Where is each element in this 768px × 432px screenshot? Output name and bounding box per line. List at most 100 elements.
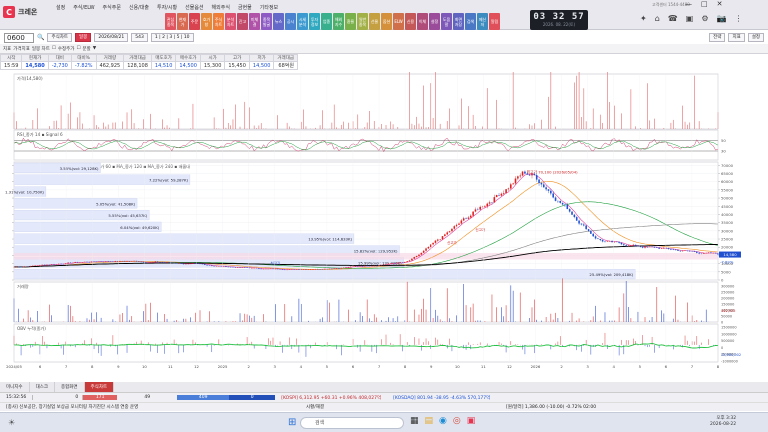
toolbar-icon[interactable]: ☎: [668, 14, 678, 23]
taskview-icon[interactable]: ▦: [410, 416, 419, 426]
candle-body: [420, 252, 423, 255]
screen-tab[interactable]: 미니지수: [0, 382, 30, 392]
toolbar-button[interactable]: 도움 말: [441, 13, 452, 30]
creon-taskbar-icon[interactable]: ▣: [467, 416, 476, 426]
stock-chart[interactable]: 가격(14,580) RSI_종가 14 ▪ Signal 6 일봉차트 MA_종가…: [0, 64, 768, 372]
menu-item[interactable]: 선물옵션: [181, 4, 207, 11]
chart-toolbar-item[interactable]: 분할: [83, 46, 91, 52]
toolbar-button[interactable]: 알림: [489, 13, 500, 30]
search-icon[interactable]: 🔍: [37, 34, 44, 41]
toolbar-button[interactable]: 검색: [465, 13, 476, 30]
chart-toolbar-item[interactable]: ☐: [76, 46, 80, 51]
period-tab-daily[interactable]: 일봉: [75, 33, 92, 42]
chrome-icon[interactable]: ◎: [453, 416, 461, 426]
toolbar-button[interactable]: 시세 분석: [297, 13, 308, 30]
chart-canvas[interactable]: 가격(14,580)RSI_종가 14 ▪ Signal 6일봉차트 MA_종가…: [0, 64, 768, 372]
edge-icon[interactable]: ◉: [439, 416, 447, 426]
strategy-button[interactable]: 전략: [709, 33, 726, 42]
quote-value: 14,500: [175, 61, 201, 70]
candle-body: [119, 260, 121, 262]
toolbar-button[interactable]: ELW: [393, 13, 404, 30]
menu-item[interactable]: 금현물: [234, 4, 256, 11]
candle-body: [658, 247, 660, 249]
chart-toolbar-item[interactable]: 수정주가: [58, 46, 75, 52]
volume-profile-label: 15.99%(vol: 131,325K): [358, 260, 402, 265]
settings-button[interactable]: 설정: [747, 33, 764, 42]
minimize-icon[interactable]: —: [685, 0, 692, 8]
toolbar-icon[interactable]: ⚙: [701, 14, 708, 23]
menu-item[interactable]: 투자/시황: [153, 4, 181, 11]
menu-item[interactable]: 설정: [52, 4, 69, 11]
taskbar-search[interactable]: 검색: [300, 417, 404, 429]
maximize-icon[interactable]: □: [701, 0, 708, 8]
toolbar-button[interactable]: 환율: [345, 13, 356, 30]
toolbar-icon[interactable]: ✦: [640, 14, 647, 23]
date-input[interactable]: 2026/08/21: [94, 33, 129, 42]
quote-header: 고가: [224, 54, 250, 62]
explorer-icon[interactable]: ▤: [425, 416, 434, 426]
toolbar-button[interactable]: 설정: [429, 13, 440, 30]
candle-body: [623, 244, 625, 246]
menu-item[interactable]: 주식주문: [99, 4, 125, 11]
toolbar-button[interactable]: 뉴스: [273, 13, 284, 30]
toolbar-button[interactable]: 업종: [321, 13, 332, 30]
quote-header: 저가: [248, 54, 275, 62]
toolbar-button[interactable]: 종목 발굴: [261, 13, 272, 30]
toolbar-button[interactable]: 신용: [405, 13, 416, 30]
windows-start-icon[interactable]: ⊞: [288, 417, 296, 428]
indicator-button[interactable]: 지표: [728, 33, 745, 42]
screen-tab[interactable]: 대스크: [30, 382, 55, 392]
toolbar-button[interactable]: 메신 저: [477, 13, 488, 30]
toolbar-button[interactable]: 호가 창: [201, 13, 212, 30]
toolbar-button[interactable]: 잔고: [237, 13, 248, 30]
quote-strip: 시작 현재가 대비 대비% 거래량 거래대금 매도호가 매수호가 시가 고가 저가 거래대금 15:5…: [0, 54, 340, 71]
quote-header: 현재가: [21, 54, 49, 62]
candle-body: [387, 263, 390, 265]
menu-item[interactable]: 해외주식: [208, 4, 234, 11]
menu-item[interactable]: 기타정보: [256, 4, 282, 11]
candle-body: [582, 224, 585, 226]
toolbar-button[interactable]: 화면 저장: [453, 13, 464, 30]
news-ticker[interactable]: [종사] 신보공단, 장기실업 보상금 모니터링 자기진단 시스템 연중 운영: [0, 404, 300, 410]
candle-body: [418, 254, 420, 257]
close-icon[interactable]: ✕: [717, 0, 723, 8]
toolbar-icon[interactable]: ⋮: [734, 14, 742, 23]
volume-tick-label: 150000: [721, 303, 734, 307]
chart-toolbar-item[interactable]: ▼: [93, 46, 96, 51]
menu-item[interactable]: 신용/대출: [125, 4, 153, 11]
count-input[interactable]: 543: [131, 33, 148, 42]
candle-body: [590, 231, 592, 234]
toolbar-button[interactable]: 현재 가: [177, 13, 188, 30]
stock-code-input[interactable]: 0600: [4, 32, 34, 43]
toolbar-button[interactable]: 분석 차트: [225, 13, 236, 30]
toolbar-button[interactable]: 일반 종목: [357, 13, 368, 30]
toolbar-button[interactable]: 관심 종목: [165, 13, 176, 30]
screen-tab[interactable]: 주식차트: [84, 382, 115, 392]
menu-item[interactable]: 주식/ELW: [69, 4, 98, 11]
toolbar-icon[interactable]: 📷: [716, 14, 726, 23]
toolbar-icon[interactable]: ⌂: [655, 14, 660, 23]
chart-toolbar-item[interactable]: 일봉 차트: [32, 46, 50, 52]
screen-tab[interactable]: 종합화면: [55, 382, 85, 392]
toolbar-button[interactable]: 이체: [417, 13, 428, 30]
candle-body: [566, 204, 569, 210]
toolbar-button[interactable]: 주문: [189, 13, 200, 30]
chart-toolbar-item[interactable]: ☐: [52, 46, 56, 51]
chart-type-select[interactable]: 주식차트: [47, 33, 73, 42]
toolbar-button[interactable]: 미체 결: [249, 13, 260, 30]
candle-body: [451, 228, 453, 232]
kospi-ticker: [KOSPI] 6,312.95 +60.31 +0.96% 408,027억: [281, 395, 382, 401]
toolbar-button[interactable]: 옵션: [381, 13, 392, 30]
chart-toolbar-item[interactable]: 지표: [3, 46, 11, 52]
toolbar-icon[interactable]: ▣: [686, 14, 694, 23]
weather-icon[interactable]: ☀: [8, 418, 15, 427]
chart-toolbar-item[interactable]: 가격지표: [13, 46, 30, 52]
toolbar-button[interactable]: 공시: [285, 13, 296, 30]
toolbar-button[interactable]: 투자 정보: [309, 13, 320, 30]
period-buttons[interactable]: 1 | 2 | 3 | 5 | 10: [150, 33, 194, 42]
candle-body: [597, 238, 599, 240]
toolbar-button[interactable]: 선물: [369, 13, 380, 30]
quote-header: 시가: [199, 54, 226, 62]
toolbar-button[interactable]: 주식 차트: [213, 13, 224, 30]
toolbar-button[interactable]: 해외 지수: [333, 13, 344, 30]
